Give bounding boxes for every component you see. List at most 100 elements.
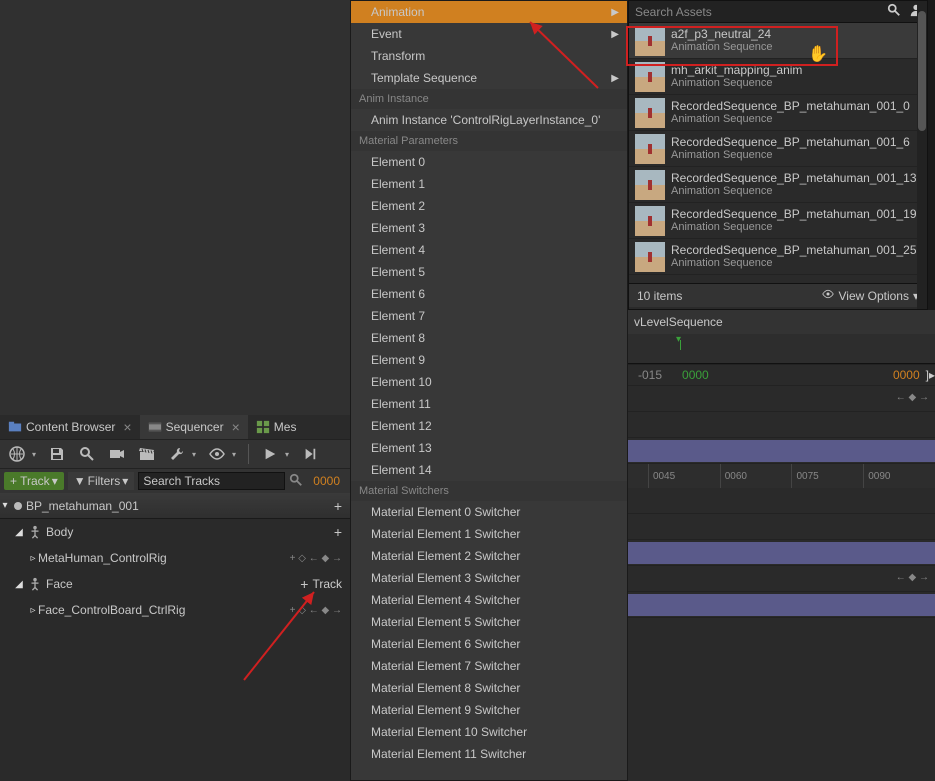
frame-current[interactable]: 0000 — [672, 368, 719, 382]
track-clip[interactable] — [628, 542, 935, 564]
eye-icon[interactable] — [208, 445, 226, 463]
menu-item-element[interactable]: Element 5 — [351, 261, 627, 283]
frame-end[interactable]: 0000 — [893, 368, 926, 382]
track-lane[interactable]: ← ◆ → — [628, 386, 935, 412]
view-options-button[interactable]: View Options — [838, 289, 908, 303]
menu-item-element[interactable]: Element 10 — [351, 371, 627, 393]
close-icon[interactable]: × — [123, 419, 131, 435]
search-icon[interactable] — [289, 473, 303, 490]
add-button[interactable]: + — [334, 498, 342, 514]
menu-item-element[interactable]: Element 11 — [351, 393, 627, 415]
chevron-down-icon[interactable]: ▾ — [32, 450, 36, 459]
asset-row[interactable]: mh_arkit_mapping_animAnimation Sequence — [629, 59, 927, 95]
key-controls[interactable]: ← ◆ → — [896, 392, 929, 403]
menu-item-switcher[interactable]: Material Element 9 Switcher — [351, 699, 627, 721]
add-button[interactable]: + — [300, 576, 308, 592]
wrench-icon[interactable] — [168, 445, 186, 463]
scrollbar[interactable] — [917, 1, 927, 309]
outliner-body-row[interactable]: ◢ Body + — [0, 519, 350, 545]
track-lane[interactable] — [628, 592, 935, 618]
outliner-facerig-row[interactable]: ▹ Face_ControlBoard_CtrlRig + ◇ ← ◆ → — [0, 597, 350, 623]
menu-item-element[interactable]: Element 13 — [351, 437, 627, 459]
viewport[interactable] — [0, 0, 350, 415]
menu-item-switcher[interactable]: Material Element 0 Switcher — [351, 501, 627, 523]
track-lane[interactable] — [628, 412, 935, 438]
asset-row[interactable]: a2f_p3_neutral_24Animation Sequence — [629, 23, 927, 59]
tab-sequencer[interactable]: Sequencer × — [140, 415, 248, 439]
menu-item-switcher[interactable]: Material Element 7 Switcher — [351, 655, 627, 677]
menu-item-switcher[interactable]: Material Element 10 Switcher — [351, 721, 627, 743]
camera-icon[interactable] — [108, 445, 126, 463]
outliner-root-row[interactable]: ▾ BP_metahuman_001 + — [0, 493, 350, 519]
track-lane[interactable]: ← ◆ → — [628, 566, 935, 592]
chevron-down-icon[interactable]: ▾ — [192, 450, 196, 459]
chevron-down-icon[interactable]: ▾ — [285, 450, 289, 459]
current-frame[interactable]: 0000 — [307, 474, 346, 488]
filters-button[interactable]: ▼Filters▾ — [68, 472, 135, 490]
play-icon[interactable] — [261, 445, 279, 463]
save-icon[interactable] — [48, 445, 66, 463]
close-icon[interactable]: × — [232, 419, 240, 435]
menu-item-element[interactable]: Element 12 — [351, 415, 627, 437]
playhead-icon[interactable] — [680, 340, 681, 350]
menu-item-switcher[interactable]: Material Element 5 Switcher — [351, 611, 627, 633]
expand-icon[interactable]: ▾ — [0, 500, 10, 511]
menu-item-element[interactable]: Element 3 — [351, 217, 627, 239]
expand-icon[interactable]: ▹ — [28, 605, 38, 616]
menu-item[interactable]: Event▶ — [351, 23, 627, 45]
menu-item-switcher[interactable]: Material Element 1 Switcher — [351, 523, 627, 545]
menu-item-switcher[interactable]: Material Element 8 Switcher — [351, 677, 627, 699]
menu-item-element[interactable]: Element 7 — [351, 305, 627, 327]
asset-row[interactable]: RecordedSequence_BP_metahuman_001_6Anima… — [629, 131, 927, 167]
add-button[interactable]: + — [334, 524, 342, 540]
expand-icon[interactable]: ▹ — [28, 553, 38, 564]
frame-start[interactable]: -015 — [628, 368, 672, 382]
menu-item-switcher[interactable]: Material Element 6 Switcher — [351, 633, 627, 655]
search-assets-input[interactable]: Search Assets — [629, 5, 883, 19]
asset-list[interactable]: a2f_p3_neutral_24Animation Sequencemh_ar… — [629, 23, 927, 283]
search-icon[interactable] — [883, 3, 905, 20]
track-clip[interactable] — [628, 440, 935, 462]
key-controls[interactable]: + ◇ ← ◆ → — [290, 605, 342, 616]
add-track-button[interactable]: + Track▾ — [4, 472, 64, 490]
asset-row[interactable]: RecordedSequence_BP_metahuman_001_25Anim… — [629, 239, 927, 275]
search-tracks-input[interactable]: Search Tracks — [138, 472, 285, 490]
menu-item-animinstance[interactable]: Anim Instance 'ControlRigLayerInstance_0… — [351, 109, 627, 131]
ruler[interactable]: 0045 0060 0075 0090 — [628, 464, 935, 488]
menu-item-element[interactable]: Element 6 — [351, 283, 627, 305]
menu-item-element[interactable]: Element 2 — [351, 195, 627, 217]
timeline-scrubber[interactable] — [628, 334, 935, 364]
menu-item-element[interactable]: Element 9 — [351, 349, 627, 371]
expand-icon[interactable]: ◢ — [14, 527, 24, 538]
track-lane[interactable] — [628, 438, 935, 464]
bracket-icon[interactable]: ]▸ — [926, 368, 935, 382]
menu-item[interactable]: Template Sequence▶ — [351, 67, 627, 89]
tab-content-browser[interactable]: Content Browser × — [0, 415, 140, 439]
world-icon[interactable] — [8, 445, 26, 463]
asset-row[interactable]: RecordedSequence_BP_metahuman_001_0Anima… — [629, 95, 927, 131]
menu-item-switcher[interactable]: Material Element 2 Switcher — [351, 545, 627, 567]
menu-item-element[interactable]: Element 1 — [351, 173, 627, 195]
track-lane[interactable] — [628, 540, 935, 566]
outliner-rig-row[interactable]: ▹ MetaHuman_ControlRig + ◇ ← ◆ → — [0, 545, 350, 571]
outliner-face-row[interactable]: ◢ Face + Track — [0, 571, 350, 597]
step-fwd-icon[interactable] — [301, 445, 319, 463]
menu-item-switcher[interactable]: Material Element 4 Switcher — [351, 589, 627, 611]
menu-item-element[interactable]: Element 4 — [351, 239, 627, 261]
expand-icon[interactable]: ◢ — [14, 579, 24, 590]
menu-item[interactable]: Transform — [351, 45, 627, 67]
menu-item-element[interactable]: Element 0 — [351, 151, 627, 173]
track-clip[interactable] — [628, 594, 935, 616]
asset-row[interactable]: RecordedSequence_BP_metahuman_001_13Anim… — [629, 167, 927, 203]
menu-item-switcher[interactable]: Material Element 3 Switcher — [351, 567, 627, 589]
clapper-icon[interactable] — [138, 445, 156, 463]
key-controls[interactable]: ← ◆ → — [896, 572, 929, 583]
menu-item-switcher[interactable]: Material Element 11 Switcher — [351, 743, 627, 765]
menu-item[interactable]: Animation▶ — [351, 1, 627, 23]
menu-item-element[interactable]: Element 14 — [351, 459, 627, 481]
asset-row[interactable]: RecordedSequence_BP_metahuman_001_19Anim… — [629, 203, 927, 239]
track-lane[interactable] — [628, 488, 935, 514]
track-lane[interactable] — [628, 514, 935, 540]
menu-item-element[interactable]: Element 8 — [351, 327, 627, 349]
search-icon[interactable] — [78, 445, 96, 463]
